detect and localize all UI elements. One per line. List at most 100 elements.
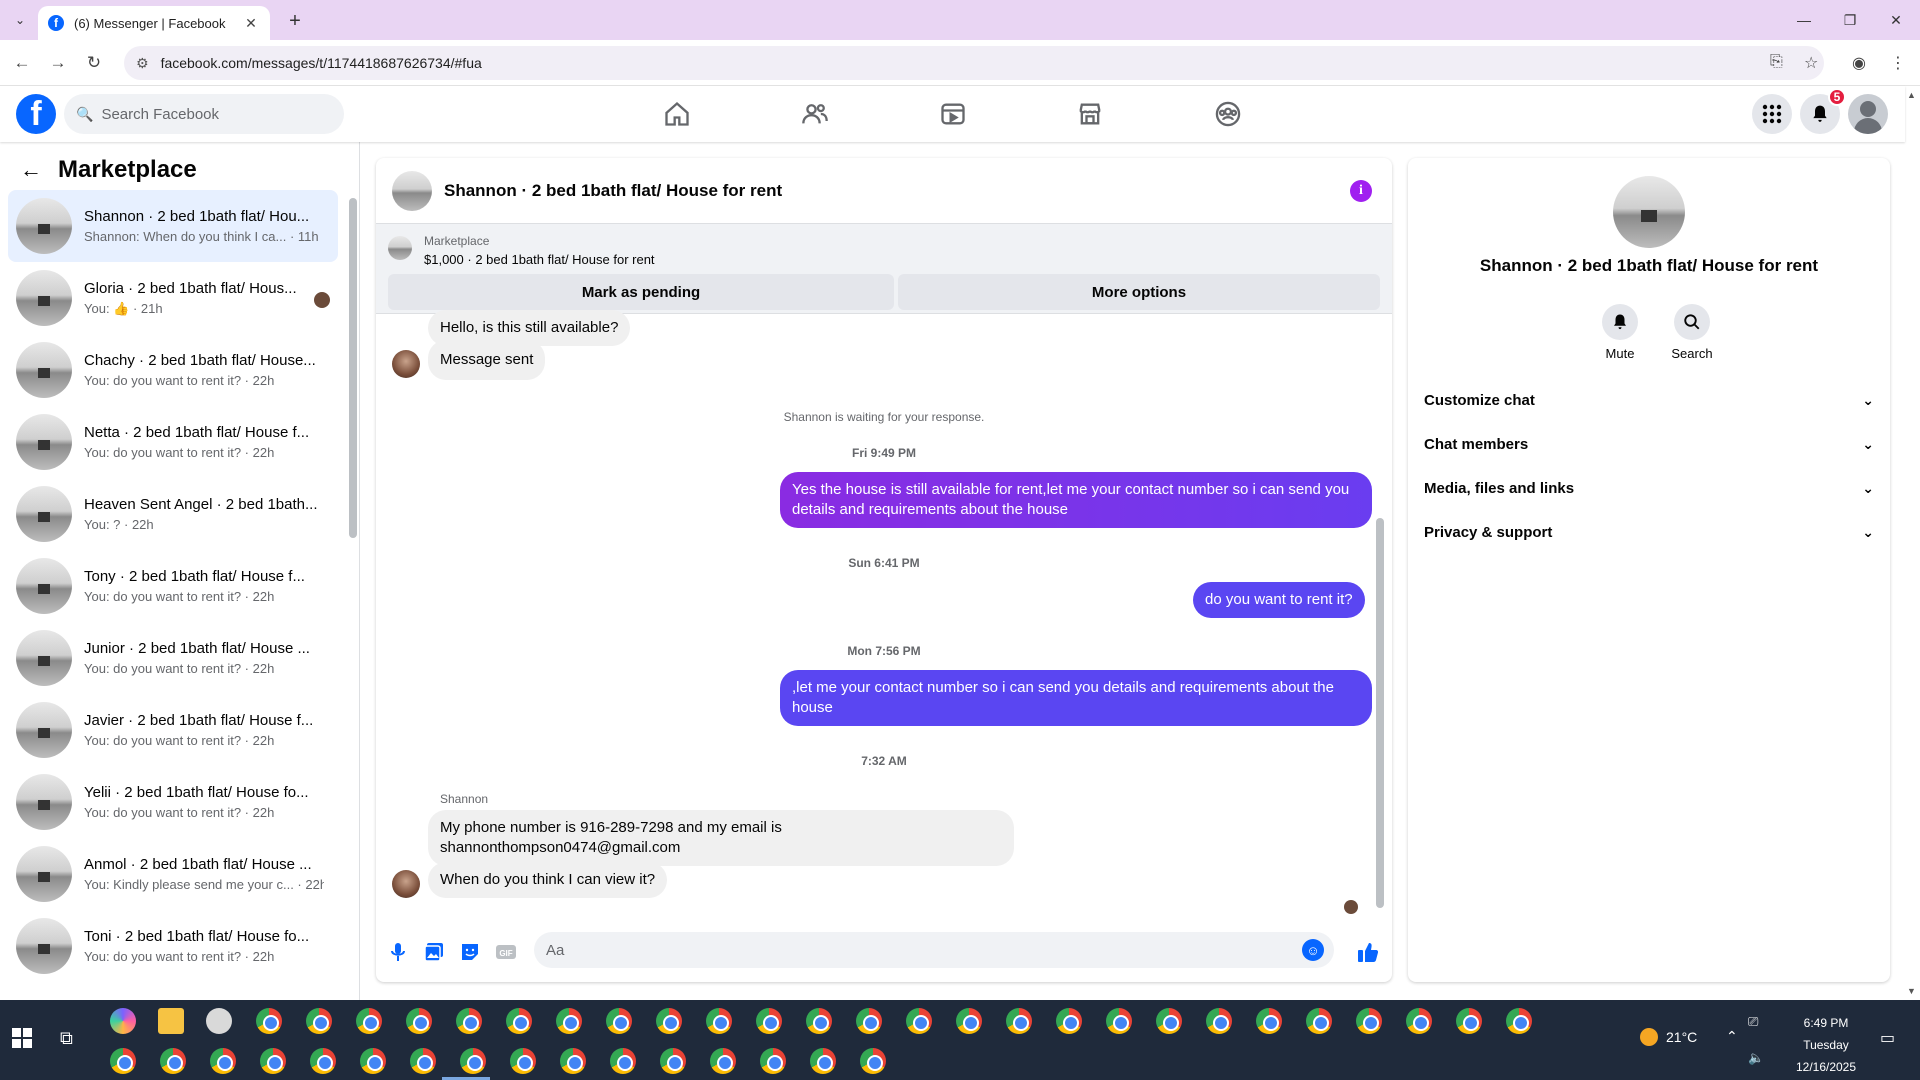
reload-icon[interactable]: ↻ [80,50,108,76]
microphone-icon[interactable] [386,940,410,964]
nav-groups[interactable] [1173,86,1283,142]
conversation-item[interactable]: Shannon · 2 bed 1bath flat/ Hou... Shanno… [8,190,338,262]
chrome-icon[interactable] [356,1008,382,1034]
chrome-icon[interactable] [856,1008,882,1034]
chat-listing-thumbnail[interactable] [392,170,432,211]
chrome-icon[interactable] [610,1048,636,1074]
notifications-button[interactable]: 5 [1800,88,1846,134]
chat-members-section[interactable]: Chat members ⌄ [1424,422,1874,466]
copilot-icon[interactable] [110,1008,136,1034]
more-options-button[interactable]: More options [898,274,1380,310]
menu-grid-button[interactable] [1752,94,1792,134]
chat-scrollbar-thumb[interactable] [1376,518,1384,908]
windows-start-icon[interactable] [12,1028,32,1048]
chrome-icon[interactable] [660,1048,686,1074]
chrome-icon[interactable] [656,1008,682,1034]
chrome-icon[interactable] [510,1048,536,1074]
chrome-icon[interactable] [360,1048,386,1074]
chrome-icon[interactable] [310,1048,336,1074]
file-explorer-icon[interactable] [158,1008,184,1034]
restore-window-icon[interactable]: ❐ [1830,6,1870,34]
customize-chat-section[interactable]: Customize chat ⌄ [1424,378,1874,422]
notification-center-icon[interactable]: ▭ [1880,1028,1895,1048]
chrome-icon[interactable] [406,1008,432,1034]
site-info-icon[interactable]: ⚙ [136,55,149,72]
chrome-icon[interactable] [506,1008,532,1034]
chrome-icon[interactable] [1206,1008,1232,1034]
conversation-item[interactable]: Yelii · 2 bed 1bath flat/ House fo... You… [8,766,338,838]
conversation-item[interactable]: Netta · 2 bed 1bath flat/ House f... You:… [8,406,338,478]
chrome-icon[interactable] [906,1008,932,1034]
mute-button[interactable]: Mute [1590,304,1650,361]
message-input[interactable]: Aa ☺ [534,932,1334,968]
chrome-icon[interactable] [806,1008,832,1034]
info-listing-thumbnail[interactable] [1613,176,1685,248]
chrome-icon[interactable] [410,1048,436,1074]
chrome-icon[interactable] [606,1008,632,1034]
thumbs-up-icon[interactable] [1356,940,1380,964]
forward-arrow-icon[interactable]: → [44,50,72,76]
chrome-icon[interactable] [1156,1008,1182,1034]
minimize-window-icon[interactable]: — [1784,6,1824,34]
sidebar-scrollbar[interactable] [349,198,357,538]
chrome-icon[interactable] [1006,1008,1032,1034]
chrome-icon[interactable] [260,1048,286,1074]
facebook-search-input[interactable]: 🔍 Search Facebook [64,94,344,134]
chrome-icon[interactable] [956,1008,982,1034]
chrome-icon[interactable] [760,1048,786,1074]
conversation-item[interactable]: Chachy · 2 bed 1bath flat/ House... You: … [8,334,338,406]
facebook-logo[interactable]: f [16,94,56,134]
browser-tab-messenger[interactable]: f (6) Messenger | Facebook ✕ [38,6,270,40]
photo-attach-icon[interactable] [422,940,446,964]
show-hidden-icons-chevron-icon[interactable]: ⌃ [1726,1028,1738,1045]
search-in-conversation-button[interactable]: Search [1662,304,1722,361]
chrome-icon[interactable] [306,1008,332,1034]
chrome-icon[interactable] [556,1008,582,1034]
account-avatar[interactable] [1848,94,1888,134]
chrome-icon[interactable] [1506,1008,1532,1034]
chrome-icon[interactable] [456,1008,482,1034]
address-bar[interactable]: ⚙ facebook.com/messages/t/11744186876267… [124,46,1824,80]
chrome-icon[interactable] [1406,1008,1432,1034]
media-files-links-section[interactable]: Media, files and links ⌄ [1424,466,1874,510]
new-tab-button[interactable]: + [282,8,308,34]
page-scrollbar[interactable]: ▲ ▼ [1905,86,1920,1000]
chrome-icon[interactable] [706,1008,732,1034]
chrome-icon[interactable] [1356,1008,1382,1034]
clock[interactable]: 6:49 PM Tuesday 12/16/2025 [1776,1012,1876,1078]
nav-home[interactable] [622,86,732,142]
conversation-item[interactable]: Anmol · 2 bed 1bath flat/ House ... You: … [8,838,338,910]
mark-as-pending-button[interactable]: Mark as pending [388,274,894,310]
chrome-icon[interactable] [860,1048,886,1074]
chrome-icon[interactable] [1306,1008,1332,1034]
nav-video[interactable] [898,86,1008,142]
install-app-icon[interactable]: ⎘ [1770,53,1783,71]
conversation-item[interactable]: Gloria · 2 bed 1bath flat/ Hous... You: 👍… [8,262,338,334]
browser-menu-icon[interactable]: ⋮ [1890,53,1906,73]
scroll-down-icon[interactable]: ▼ [1907,986,1916,996]
conversation-item[interactable]: Junior · 2 bed 1bath flat/ House ... You:… [8,622,338,694]
chrome-icon[interactable] [1106,1008,1132,1034]
back-arrow-icon[interactable]: ← [8,50,36,76]
conversation-item[interactable]: Heaven Sent Angel · 2 bed 1bath... You: ?… [8,478,338,550]
conversation-item[interactable]: Javier · 2 bed 1bath flat/ House f... You… [8,694,338,766]
chrome-icon[interactable] [210,1048,236,1074]
conversation-info-icon[interactable]: i [1350,180,1372,202]
chrome-icon[interactable] [560,1048,586,1074]
chrome-icon[interactable] [1456,1008,1482,1034]
chrome-icon[interactable] [256,1008,282,1034]
bookmark-star-icon[interactable]: ☆ [1804,53,1818,73]
volume-icon[interactable]: 🔈 [1748,1050,1764,1066]
nav-friends[interactable] [760,86,870,142]
weather-widget[interactable]: 21°C [1640,1028,1697,1046]
network-icon[interactable]: ⎚ [1748,1014,1758,1030]
chat-scrollbar[interactable] [1376,328,1384,908]
conversation-item[interactable]: Tony · 2 bed 1bath flat/ House f... You: … [8,550,338,622]
conversation-item[interactable]: Toni · 2 bed 1bath flat/ House fo... You:… [8,910,338,982]
chrome-icon[interactable] [710,1048,736,1074]
chrome-icon[interactable] [460,1048,486,1074]
back-arrow-icon[interactable]: ← [20,157,42,183]
chrome-icon[interactable] [756,1008,782,1034]
chrome-icon[interactable] [1056,1008,1082,1034]
profile-icon[interactable]: ◉ [1852,53,1866,73]
